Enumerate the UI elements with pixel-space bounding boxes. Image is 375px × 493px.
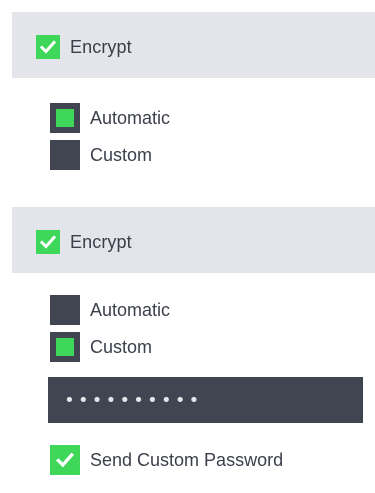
option-automatic-label: Automatic: [90, 108, 171, 128]
encrypt-header[interactable]: Encrypt: [12, 12, 375, 78]
option-custom[interactable]: Custom: [50, 140, 300, 170]
encrypt-label: Encrypt: [70, 232, 132, 252]
selected-indicator: [56, 109, 74, 127]
encrypt-panel-custom: Encrypt Automatic Custom •••••••••• Send…: [12, 207, 375, 484]
check-icon: [39, 235, 57, 249]
option-automatic-label: Automatic: [90, 300, 171, 320]
option-automatic[interactable]: Automatic: [50, 103, 300, 133]
encrypt-label: Encrypt: [70, 37, 132, 57]
option-custom-label: Custom: [90, 337, 153, 357]
send-custom-password-checkbox[interactable]: [50, 445, 80, 475]
send-custom-password-option[interactable]: Send Custom Password: [50, 445, 283, 475]
send-custom-password-label: Send Custom Password: [90, 450, 284, 470]
option-automatic-radio[interactable]: [50, 295, 80, 325]
encrypt-checkbox[interactable]: [36, 35, 60, 59]
option-custom-radio[interactable]: [50, 140, 80, 170]
selected-indicator: [56, 338, 74, 356]
option-automatic-radio[interactable]: [50, 103, 80, 133]
page: Encrypt Automatic Custom Encrypt Automat…: [0, 0, 375, 493]
check-icon: [39, 40, 57, 54]
option-automatic[interactable]: Automatic: [50, 295, 300, 325]
option-custom-radio[interactable]: [50, 332, 80, 362]
custom-password-input[interactable]: ••••••••••: [48, 377, 363, 423]
encrypt-panel-automatic: Encrypt Automatic Custom: [12, 12, 375, 190]
check-icon: [55, 452, 75, 468]
encrypt-header[interactable]: Encrypt: [12, 207, 375, 273]
option-custom-label: Custom: [90, 145, 153, 165]
encrypt-checkbox[interactable]: [36, 230, 60, 254]
option-custom[interactable]: Custom: [50, 332, 300, 362]
